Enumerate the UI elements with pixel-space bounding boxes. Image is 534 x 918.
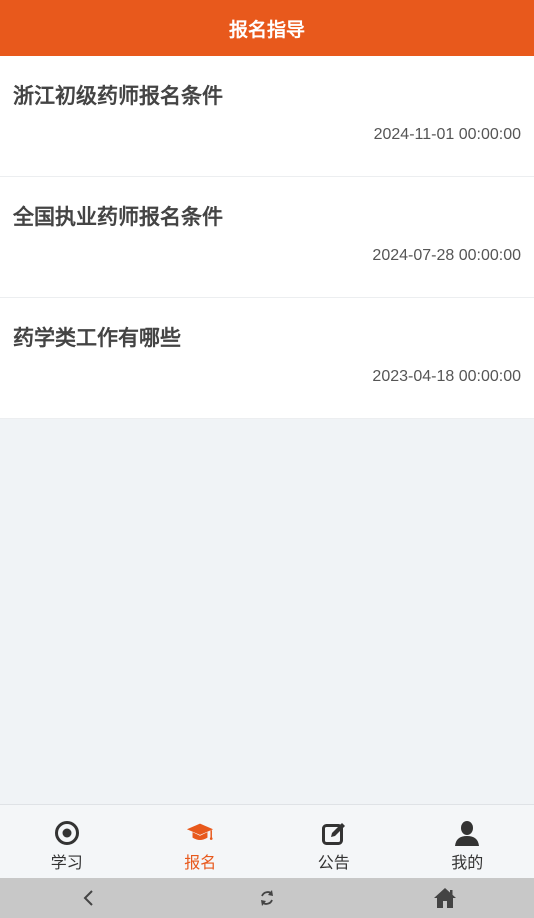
list-item[interactable]: 浙江初级药师报名条件 2024-11-01 00:00:00 (0, 56, 534, 177)
bottom-tab-bar: 学习 报名 公告 我的 (0, 804, 534, 878)
target-icon (53, 819, 81, 847)
tab-study[interactable]: 学习 (0, 805, 134, 878)
tab-notice[interactable]: 公告 (267, 805, 401, 878)
article-title: 药学类工作有哪些 (13, 326, 181, 350)
tab-label: 我的 (451, 853, 484, 872)
edit-icon (320, 819, 348, 847)
page-title: 报名指导 (228, 18, 305, 41)
article-list: 浙江初级药师报名条件 2024-11-01 00:00:00 全国执业药师报名条… (0, 56, 534, 419)
tab-mine[interactable]: 我的 (401, 805, 534, 878)
user-icon (453, 819, 481, 847)
home-button[interactable] (415, 878, 475, 918)
home-icon (434, 888, 456, 908)
refresh-button[interactable] (237, 878, 297, 918)
tab-label: 公告 (317, 853, 350, 872)
refresh-icon (261, 890, 273, 906)
tab-signup[interactable]: 报名 (134, 805, 268, 878)
article-date: 2023-04-18 00:00:00 (372, 368, 521, 385)
article-date: 2024-11-01 00:00:00 (373, 126, 521, 143)
back-icon (83, 890, 93, 906)
back-button[interactable] (59, 878, 119, 918)
article-date: 2024-07-28 00:00:00 (372, 247, 521, 264)
list-item[interactable]: 全国执业药师报名条件 2024-07-28 00:00:00 (0, 177, 534, 298)
graduation-cap-icon (186, 819, 214, 847)
list-item[interactable]: 药学类工作有哪些 2023-04-18 00:00:00 (0, 298, 534, 419)
article-title: 浙江初级药师报名条件 (13, 84, 223, 108)
app-header: 报名指导 (0, 0, 534, 56)
article-title: 全国执业药师报名条件 (13, 205, 223, 229)
tab-label: 学习 (50, 853, 83, 872)
tab-label: 报名 (184, 853, 217, 872)
system-nav-bar (0, 878, 534, 918)
